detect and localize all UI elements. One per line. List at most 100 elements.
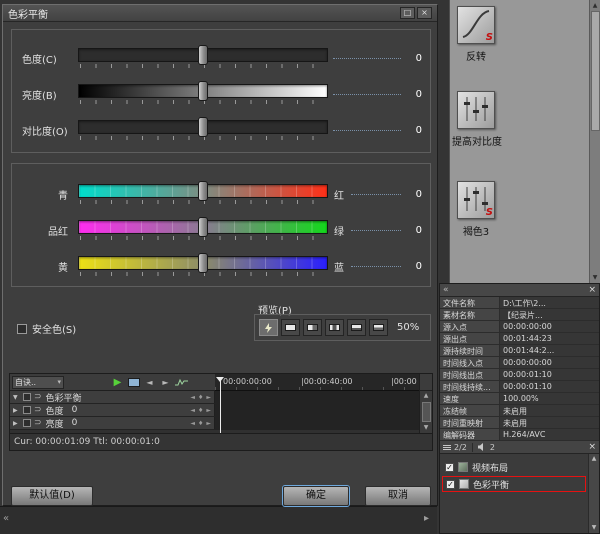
scroll-down-icon[interactable]: ▼ bbox=[592, 523, 597, 533]
close-icon[interactable]: × bbox=[588, 285, 596, 296]
collapse-icon[interactable]: « bbox=[443, 285, 449, 296]
default-button[interactable]: 默认值(D) bbox=[11, 486, 93, 506]
prev-keyframe-icon[interactable]: ◄ bbox=[190, 420, 195, 427]
effect-item-sepia3[interactable]: S 褐色3 bbox=[452, 181, 500, 238]
scroll-up-icon[interactable]: ▲ bbox=[592, 454, 597, 464]
slider-thumb[interactable] bbox=[198, 81, 208, 101]
preview-zoom-value[interactable]: 50% bbox=[397, 322, 419, 333]
layer-row-color-balance[interactable]: ✓ 色彩平衡 bbox=[442, 476, 586, 492]
effect-item-invert[interactable]: S 反转 bbox=[452, 6, 500, 63]
track-header[interactable]: ▶ ⊃ 亮度 0 ◄ ♦ ► bbox=[10, 417, 215, 429]
add-keyframe-icon[interactable]: ♦ bbox=[198, 394, 203, 401]
track-header[interactable]: ▶ ⊃ 色度 0 ◄ ♦ ► bbox=[10, 404, 215, 416]
list-icon[interactable] bbox=[443, 445, 451, 450]
preview-mode-bottom-button[interactable] bbox=[347, 319, 366, 336]
prev-keyframe-icon[interactable]: ◄ bbox=[190, 394, 195, 401]
safe-color-label: 安全色(S) bbox=[32, 321, 76, 336]
next-keyframe-icon[interactable]: ► bbox=[206, 394, 211, 401]
close-icon[interactable]: × bbox=[417, 7, 432, 19]
brightness-slider[interactable] bbox=[78, 83, 328, 105]
add-keyframe-icon[interactable]: ♦ bbox=[198, 407, 203, 414]
waveform-icon[interactable] bbox=[175, 376, 188, 389]
scroll-down-icon[interactable]: ▼ bbox=[424, 423, 429, 433]
safe-color-option[interactable]: 安全色(S) bbox=[17, 321, 76, 336]
horizontal-scrollbar[interactable]: « ▸ bbox=[0, 506, 437, 534]
ok-button[interactable]: 确定 bbox=[283, 486, 349, 506]
dialog-titlebar[interactable]: 色彩平衡 □ × bbox=[3, 5, 437, 22]
layer-checkbox[interactable]: ✓ bbox=[445, 463, 454, 472]
keyframe-mode-dropdown[interactable]: 自诀.. ▾ bbox=[12, 376, 64, 389]
curve-icon[interactable]: ⊃ bbox=[34, 405, 42, 415]
next-keyframe-icon[interactable]: ► bbox=[206, 420, 211, 427]
preview-mode-full-button[interactable] bbox=[281, 319, 300, 336]
expand-icon[interactable]: ▼ bbox=[13, 394, 22, 401]
prev-frame-icon[interactable]: ◄ bbox=[143, 376, 156, 389]
yellow-blue-slider[interactable] bbox=[78, 255, 328, 277]
expand-icon[interactable]: ▶ bbox=[13, 420, 22, 427]
scroll-left-icon[interactable]: « bbox=[3, 513, 9, 524]
preview-mode-split-h-button[interactable] bbox=[369, 319, 388, 336]
expand-icon[interactable]: ▶ bbox=[13, 407, 22, 414]
track-enable-checkbox[interactable] bbox=[23, 419, 31, 427]
effect-item-contrast[interactable]: 提高对比度 bbox=[452, 91, 500, 148]
curve-icon[interactable]: ⊃ bbox=[34, 418, 42, 428]
magenta-green-slider[interactable] bbox=[78, 219, 328, 241]
track-header[interactable]: ▼ ⊃ 色彩平衡 ◄ ♦ ► bbox=[10, 391, 215, 403]
play-button[interactable]: ▶ bbox=[111, 376, 124, 389]
cyan-red-slider[interactable] bbox=[78, 183, 328, 205]
center-strip-icon bbox=[329, 324, 340, 331]
add-keyframe-icon[interactable]: ♦ bbox=[198, 420, 203, 427]
prev-keyframe-icon[interactable]: ◄ bbox=[190, 407, 195, 414]
chroma-slider[interactable] bbox=[78, 47, 328, 69]
layer-checkbox[interactable]: ✓ bbox=[446, 480, 455, 489]
timeline-vertical-scrollbar[interactable]: ▲ ▼ bbox=[419, 391, 432, 433]
curve-icon[interactable]: ⊃ bbox=[34, 392, 42, 402]
maximize-icon[interactable]: □ bbox=[400, 7, 415, 19]
speaker-icon[interactable] bbox=[478, 443, 487, 451]
keyframe-area[interactable] bbox=[215, 391, 419, 403]
layer-row-video-layout[interactable]: ✓ 视频布局 bbox=[442, 459, 586, 475]
next-keyframe-icon[interactable]: ► bbox=[206, 407, 211, 414]
track-row-chroma[interactable]: ▶ ⊃ 色度 0 ◄ ♦ ► bbox=[10, 404, 419, 417]
slider-thumb[interactable] bbox=[198, 253, 208, 273]
monitor-icon[interactable] bbox=[127, 376, 140, 389]
info-row: 编解码器H.264/AVC bbox=[440, 429, 599, 441]
track-enable-checkbox[interactable] bbox=[23, 406, 31, 414]
track-row-color-balance[interactable]: ▼ ⊃ 色彩平衡 ◄ ♦ ► bbox=[10, 391, 419, 404]
compare-button[interactable] bbox=[259, 319, 278, 336]
effects-scrollbar[interactable]: ▲ ▼ bbox=[589, 0, 600, 283]
effect-label: 褐色3 bbox=[452, 223, 500, 238]
scroll-up-icon[interactable]: ▲ bbox=[593, 0, 598, 11]
scrollbar-thumb[interactable] bbox=[422, 402, 431, 422]
cancel-button[interactable]: 取消 bbox=[365, 486, 431, 506]
color-balance-group: 青 红 0 品红 绿 0 bbox=[11, 163, 431, 287]
slider-thumb[interactable] bbox=[198, 217, 208, 237]
info-tab-strip[interactable]: 2/2 2 × bbox=[440, 441, 599, 454]
track-enable-checkbox[interactable] bbox=[23, 393, 31, 401]
scroll-down-icon[interactable]: ▼ bbox=[593, 272, 598, 283]
slider-thumb[interactable] bbox=[198, 181, 208, 201]
divider bbox=[472, 443, 473, 452]
scrollbar-thumb[interactable] bbox=[591, 11, 600, 131]
contrast-slider[interactable] bbox=[78, 119, 328, 141]
track-row-brightness[interactable]: ▶ ⊃ 亮度 0 ◄ ♦ ► bbox=[10, 417, 419, 430]
preview-mode-center-button[interactable] bbox=[325, 319, 344, 336]
timeline-ruler[interactable]: 00:00:00:00 |00:00:40:00 |00:00 bbox=[215, 374, 419, 391]
next-frame-icon[interactable]: ► bbox=[159, 376, 172, 389]
playhead-marker[interactable] bbox=[216, 377, 224, 382]
layers-scrollbar[interactable]: ▲ ▼ bbox=[588, 454, 599, 533]
scroll-up-icon[interactable]: ▲ bbox=[424, 391, 429, 401]
info-value: D:\工作\2... bbox=[500, 297, 599, 308]
keyframe-area[interactable] bbox=[215, 417, 419, 429]
keyframe-area[interactable] bbox=[215, 404, 419, 416]
preview-mode-split-v-button[interactable] bbox=[303, 319, 322, 336]
contrast-slider-row: 对比度(O) 0 bbox=[12, 112, 430, 148]
slider-thumb[interactable] bbox=[198, 117, 208, 137]
safe-color-checkbox[interactable] bbox=[17, 324, 27, 334]
slider-thumb[interactable] bbox=[198, 45, 208, 65]
scroll-right-icon[interactable]: ▸ bbox=[424, 513, 429, 524]
playhead[interactable] bbox=[220, 377, 221, 433]
close-icon[interactable]: × bbox=[588, 442, 596, 452]
yellow-label: 黄 bbox=[22, 259, 78, 274]
invert-curve-icon: S bbox=[457, 6, 495, 44]
